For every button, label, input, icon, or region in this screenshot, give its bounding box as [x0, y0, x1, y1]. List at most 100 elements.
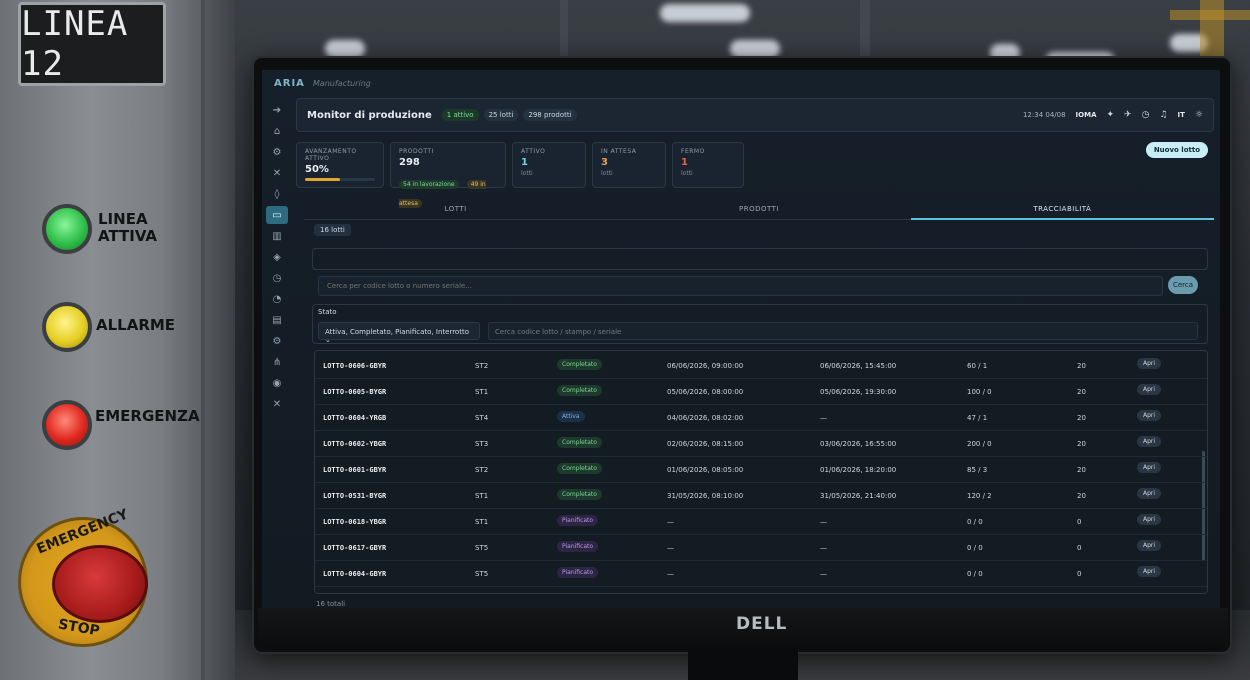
cell-code: LOTTO-0604-GBYR	[323, 570, 387, 578]
cell-code: LOTTO-0601-GBYR	[323, 466, 387, 474]
search-button[interactable]: Cerca	[1168, 276, 1198, 294]
bell-icon[interactable]: ♫	[1159, 110, 1167, 120]
kpi-value: 1	[521, 157, 528, 168]
cell-qty: 60 / 1	[967, 362, 988, 370]
lots-table: LOTTO-0606-GBYR ST2 06/06/2026, 09:00:00 06…	[314, 350, 1208, 594]
yellow-lamp	[42, 302, 92, 352]
cell-station: ST3	[475, 440, 489, 448]
status-select[interactable]: Attiva, Completato, Pianificato, Interro…	[318, 322, 480, 344]
cell-start: 04/06/2026, 08:02:00	[667, 414, 744, 422]
open-button[interactable]: Apri	[1137, 462, 1162, 473]
emergency-stop-button[interactable]	[52, 545, 148, 623]
cell-station: ST2	[475, 362, 489, 370]
cell-n: 20	[1077, 492, 1086, 500]
cell-qty: 0 / 0	[967, 570, 983, 578]
open-button[interactable]: Apri	[1137, 566, 1162, 577]
status-badge: Completato	[557, 385, 602, 396]
open-button[interactable]: Apri	[1137, 358, 1162, 369]
cell-qty: 0 / 0	[967, 518, 983, 526]
cell-n: 20	[1077, 466, 1086, 474]
table-row[interactable]: LOTTO-0604-YRGB ST4 04/06/2026, 08:02:00 — 4…	[315, 405, 1207, 431]
cell-qty: 47 / 1	[967, 414, 988, 422]
kpi-label: FERMO	[681, 148, 705, 155]
cell-start: —	[667, 518, 674, 526]
box-icon[interactable]: ◈	[266, 248, 288, 266]
tab-traceability[interactable]: TRACCIABILITÀ	[910, 198, 1214, 220]
table-row[interactable]: LOTTO-0601-GBYR ST2 01/06/2026, 08:05:00 01…	[315, 457, 1207, 483]
cell-end: —	[820, 570, 827, 578]
open-button[interactable]: Apri	[1137, 540, 1162, 551]
user-name[interactable]: IOMA	[1076, 111, 1097, 119]
search-input[interactable]	[318, 276, 1163, 296]
sun-icon[interactable]: ☼	[1195, 110, 1203, 120]
wrench-icon[interactable]: ✕	[266, 395, 288, 413]
header-bar: Monitor di produzione 1 attivo 25 lotti …	[296, 98, 1214, 132]
kpi-sub: lotti	[601, 170, 613, 177]
chart-icon[interactable]: ▥	[266, 227, 288, 245]
table-row[interactable]: LOTTO-0605-BYGR ST1 05/06/2026, 08:00:00 05…	[315, 379, 1207, 405]
arrow-right-icon[interactable]: ➔	[266, 101, 288, 119]
red-lamp	[42, 400, 92, 450]
cell-n: 0	[1077, 570, 1082, 578]
monitor-stand	[688, 648, 798, 680]
clock-icon[interactable]: ◷	[266, 269, 288, 287]
cell-qty: 200 / 0	[967, 440, 992, 448]
tab-products[interactable]: PRODOTTI	[607, 198, 911, 220]
timer-icon[interactable]: ◷	[1142, 110, 1150, 120]
cell-end: —	[820, 414, 827, 422]
cell-end: 31/05/2026, 21:40:00	[820, 492, 897, 500]
open-button[interactable]: Apri	[1137, 410, 1162, 421]
line-plate: LINEA 12	[18, 2, 166, 86]
app-section: Manufacturing	[312, 78, 371, 88]
chevron-down-icon: ⌄	[325, 336, 331, 344]
gear-icon[interactable]: ⚙	[266, 143, 288, 161]
cell-end: 01/06/2026, 18:20:00	[820, 466, 897, 474]
settings-icon[interactable]: ⚙	[266, 332, 288, 350]
gauge-icon[interactable]: ◔	[266, 290, 288, 308]
cell-station: ST5	[475, 544, 489, 552]
table-row[interactable]: LOTTO-0531-BYGR ST1 31/05/2026, 08:10:00 31…	[315, 483, 1207, 509]
open-button[interactable]: Apri	[1137, 488, 1162, 499]
kpi-row: AVANZAMENTO ATTIVO 50% PRODOTTI 298 54 i…	[296, 142, 744, 208]
filter-search-input[interactable]: Cerca codice lotto / stampo / seriale	[488, 322, 1198, 340]
cell-start: 06/06/2026, 09:00:00	[667, 362, 744, 370]
lots-count-chip: 16 lotti	[314, 224, 351, 236]
drop-icon[interactable]: ◊	[266, 185, 288, 203]
header-right: 12:34 04/08 IOMA ✦ ✈ ◷ ♫ IT ☼	[1023, 110, 1203, 120]
plane-icon[interactable]: ✈	[1124, 110, 1132, 120]
table-row[interactable]: LOTTO-0606-GBYR ST2 06/06/2026, 09:00:00 06…	[315, 353, 1207, 379]
lots-chip: 25 lotti	[483, 109, 519, 121]
kpi-waiting: IN ATTESA 3 lotti	[592, 142, 666, 188]
cell-code: LOTTO-0618-YBGR	[323, 518, 387, 526]
language-selector[interactable]: IT	[1178, 111, 1185, 119]
open-button[interactable]: Apri	[1137, 436, 1162, 447]
bars-icon[interactable]: ▤	[266, 311, 288, 329]
cube-icon[interactable]: ◉	[266, 374, 288, 392]
cell-n: 0	[1077, 544, 1082, 552]
cell-n: 20	[1077, 414, 1086, 422]
table-row[interactable]: LOTTO-0617-GBYR ST5 — — 0 / 0 0 Pianificato Apr…	[315, 535, 1207, 561]
open-button[interactable]: Apri	[1137, 514, 1162, 525]
home-icon[interactable]: ⌂	[266, 122, 288, 140]
cell-n: 20	[1077, 440, 1086, 448]
open-button[interactable]: Apri	[1137, 384, 1162, 395]
table-row[interactable]: LOTTO-0604-GBYR ST5 — — 0 / 0 0 Pianificato Apr…	[315, 561, 1207, 587]
app-logo: ARIA	[274, 77, 305, 89]
control-panel: LINEA 12 LINEA ATTIVA ALLARME EMERGENZA …	[0, 0, 205, 680]
status-badge: Completato	[557, 437, 602, 448]
clock-readout: 12:34 04/08	[1022, 111, 1066, 119]
tools-icon[interactable]: ✕	[266, 164, 288, 182]
lamp-label-emergency: EMERGENZA	[95, 407, 200, 425]
status-badge: Attiva	[557, 411, 585, 422]
pin-icon[interactable]: ✦	[1107, 110, 1115, 120]
cell-start: —	[667, 570, 674, 578]
hierarchy-icon[interactable]: ⋔	[266, 353, 288, 371]
kpi-value: 50%	[305, 164, 329, 175]
tab-lots[interactable]: LOTTI	[304, 198, 608, 220]
monitor-icon[interactable]: ▭	[266, 206, 288, 224]
table-row[interactable]: LOTTO-0602-YBGR ST3 02/06/2026, 08:15:00 03…	[315, 431, 1207, 457]
table-row[interactable]: LOTTO-0618-YBGR ST1 — — 0 / 0 0 Pianificato Apr…	[315, 509, 1207, 535]
new-lot-button[interactable]: Nuovo lotto	[1145, 142, 1208, 158]
kpi-stopped: FERMO 1 lotti	[672, 142, 744, 188]
progress-fill	[305, 178, 340, 181]
